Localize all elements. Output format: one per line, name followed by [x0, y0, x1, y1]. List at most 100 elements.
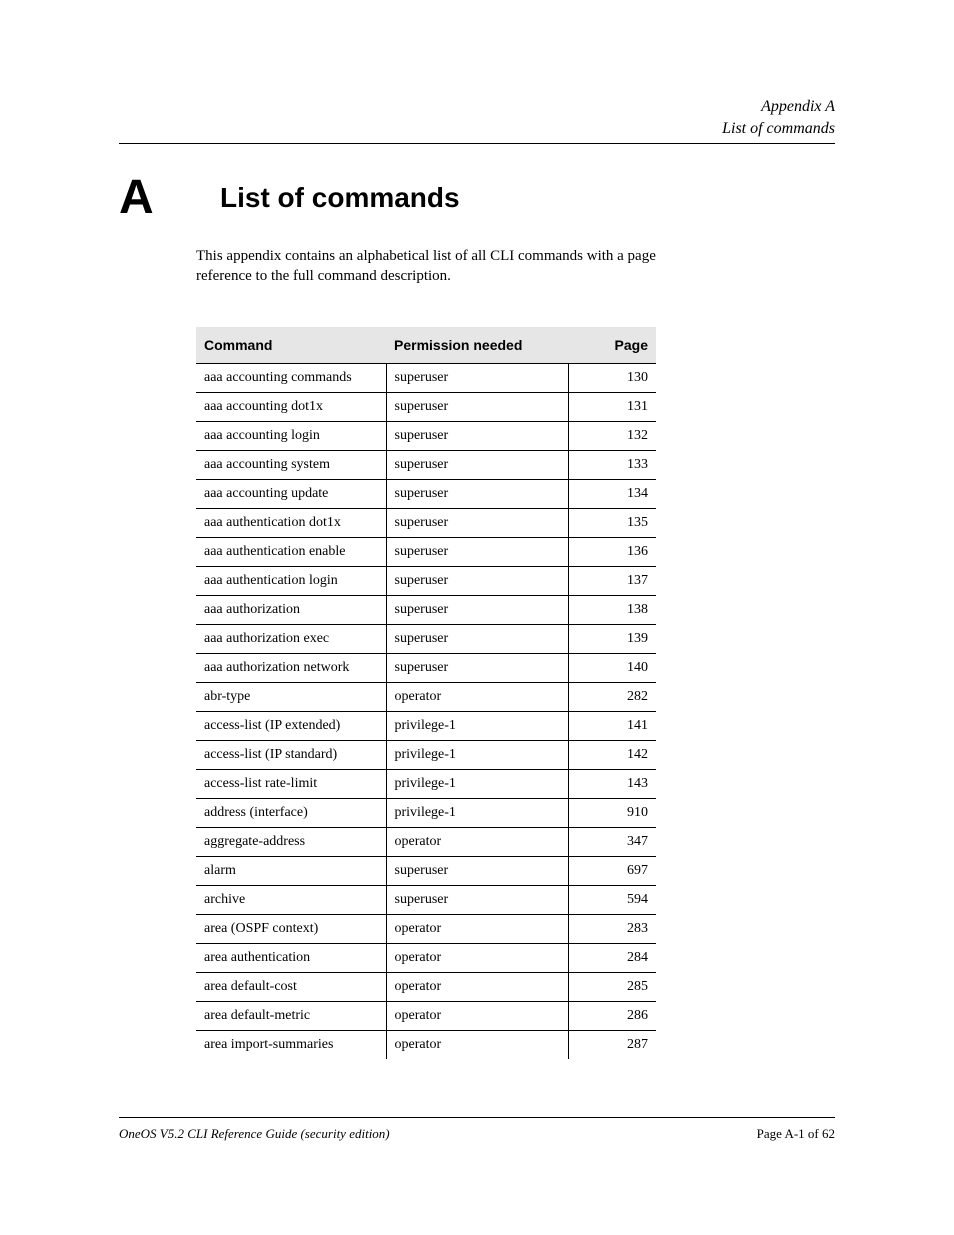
table-row: aaa authorizationsuperuser138 [196, 596, 656, 625]
cell-permission: privilege-1 [386, 770, 568, 799]
table-row: aaa accounting systemsuperuser133 [196, 451, 656, 480]
cell-command: address (interface) [196, 799, 386, 828]
cell-command: aaa accounting system [196, 451, 386, 480]
cell-command: access-list (IP extended) [196, 712, 386, 741]
cell-command: aaa accounting commands [196, 364, 386, 393]
cell-page: 136 [568, 538, 656, 567]
cell-command: alarm [196, 857, 386, 886]
appendix-title: List of commands [220, 182, 460, 214]
cell-permission: superuser [386, 625, 568, 654]
cell-page: 140 [568, 654, 656, 683]
cell-command: aaa accounting update [196, 480, 386, 509]
table-row: aggregate-addressoperator347 [196, 828, 656, 857]
table-row: area (OSPF context)operator283 [196, 915, 656, 944]
table-row: access-list (IP extended)privilege-1141 [196, 712, 656, 741]
cell-command: aaa authentication login [196, 567, 386, 596]
footer-page-number: Page A-1 of 62 [757, 1126, 835, 1142]
cell-page: 910 [568, 799, 656, 828]
cell-permission: superuser [386, 886, 568, 915]
cell-page: 135 [568, 509, 656, 538]
table-row: aaa accounting loginsuperuser132 [196, 422, 656, 451]
cell-page: 139 [568, 625, 656, 654]
cell-command: area import-summaries [196, 1031, 386, 1060]
cell-page: 133 [568, 451, 656, 480]
cell-command: aaa accounting dot1x [196, 393, 386, 422]
commands-table: Command Permission needed Page aaa accou… [196, 327, 656, 1059]
col-header-command: Command [196, 327, 386, 364]
cell-page: 697 [568, 857, 656, 886]
cell-permission: superuser [386, 451, 568, 480]
table-row: abr-typeoperator282 [196, 683, 656, 712]
cell-permission: superuser [386, 422, 568, 451]
cell-command: area default-metric [196, 1002, 386, 1031]
cell-permission: operator [386, 944, 568, 973]
cell-command: aaa authorization network [196, 654, 386, 683]
cell-permission: operator [386, 683, 568, 712]
cell-permission: privilege-1 [386, 712, 568, 741]
table-row: aaa authorization networksuperuser140 [196, 654, 656, 683]
table-row: aaa accounting commandssuperuser130 [196, 364, 656, 393]
cell-page: 137 [568, 567, 656, 596]
header-rule [119, 143, 835, 144]
cell-page: 286 [568, 1002, 656, 1031]
footer-doc-title: OneOS V5.2 CLI Reference Guide (security… [119, 1126, 390, 1142]
cell-page: 131 [568, 393, 656, 422]
table-row: aaa authentication loginsuperuser137 [196, 567, 656, 596]
cell-command: area authentication [196, 944, 386, 973]
cell-page: 134 [568, 480, 656, 509]
table-row: area default-costoperator285 [196, 973, 656, 1002]
footer-rule [119, 1117, 835, 1118]
cell-command: aaa authorization exec [196, 625, 386, 654]
cell-page: 130 [568, 364, 656, 393]
cell-permission: operator [386, 973, 568, 1002]
table-row: access-list rate-limitprivilege-1143 [196, 770, 656, 799]
cell-command: aaa authentication enable [196, 538, 386, 567]
table-row: area import-summariesoperator287 [196, 1031, 656, 1060]
cell-permission: operator [386, 915, 568, 944]
cell-permission: superuser [386, 654, 568, 683]
table-row: aaa accounting dot1xsuperuser131 [196, 393, 656, 422]
cell-permission: superuser [386, 393, 568, 422]
table-row: aaa authentication dot1xsuperuser135 [196, 509, 656, 538]
table-row: aaa authorization execsuperuser139 [196, 625, 656, 654]
cell-permission: privilege-1 [386, 799, 568, 828]
cell-permission: superuser [386, 567, 568, 596]
cell-page: 132 [568, 422, 656, 451]
table-row: archivesuperuser594 [196, 886, 656, 915]
cell-command: archive [196, 886, 386, 915]
table-row: aaa authentication enablesuperuser136 [196, 538, 656, 567]
cell-page: 594 [568, 886, 656, 915]
cell-page: 284 [568, 944, 656, 973]
table-row: area authenticationoperator284 [196, 944, 656, 973]
cell-command: access-list (IP standard) [196, 741, 386, 770]
table-row: aaa accounting updatesuperuser134 [196, 480, 656, 509]
header-chapter: Appendix A [761, 98, 835, 116]
cell-page: 143 [568, 770, 656, 799]
cell-command: aaa authorization [196, 596, 386, 625]
intro-paragraph: This appendix contains an alphabetical l… [196, 247, 656, 287]
appendix-letter: A [119, 170, 154, 225]
cell-page: 282 [568, 683, 656, 712]
cell-permission: superuser [386, 857, 568, 886]
cell-command: aaa accounting login [196, 422, 386, 451]
table-row: access-list (IP standard)privilege-1142 [196, 741, 656, 770]
cell-command: access-list rate-limit [196, 770, 386, 799]
cell-permission: superuser [386, 364, 568, 393]
cell-command: aggregate-address [196, 828, 386, 857]
cell-command: area default-cost [196, 973, 386, 1002]
cell-command: area (OSPF context) [196, 915, 386, 944]
cell-permission: privilege-1 [386, 741, 568, 770]
cell-permission: superuser [386, 538, 568, 567]
cell-page: 142 [568, 741, 656, 770]
cell-page: 285 [568, 973, 656, 1002]
cell-command: aaa authentication dot1x [196, 509, 386, 538]
cell-permission: superuser [386, 509, 568, 538]
col-header-permission: Permission needed [386, 327, 568, 364]
cell-permission: operator [386, 828, 568, 857]
cell-permission: superuser [386, 596, 568, 625]
cell-command: abr-type [196, 683, 386, 712]
cell-page: 347 [568, 828, 656, 857]
cell-page: 141 [568, 712, 656, 741]
table-row: area default-metricoperator286 [196, 1002, 656, 1031]
table-row: address (interface)privilege-1910 [196, 799, 656, 828]
